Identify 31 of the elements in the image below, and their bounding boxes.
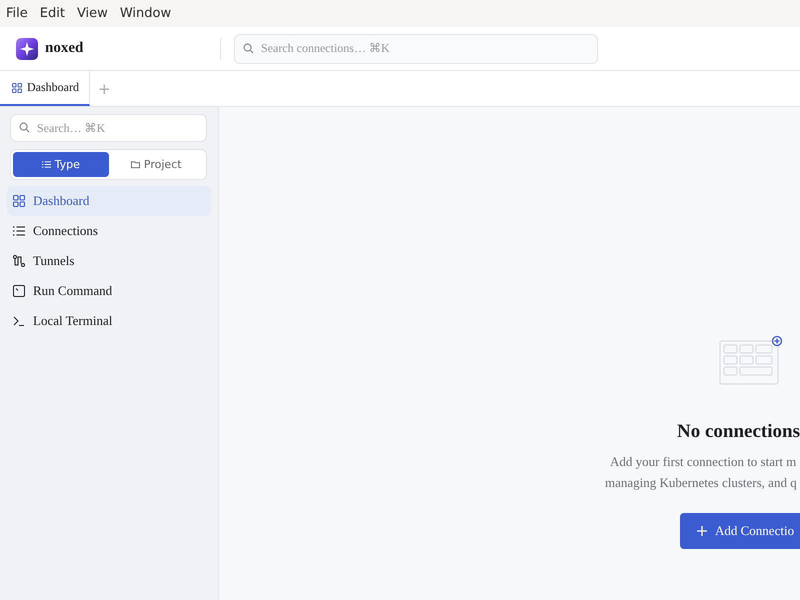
empty-state-text: managing Kubernetes clusters, and q [605, 474, 797, 492]
terminal-window-icon [13, 285, 25, 297]
folder-icon [130, 160, 140, 169]
sidebar-item[interactable]: Tunnels [7, 246, 211, 276]
sidebar-item[interactable]: Connections [7, 216, 211, 246]
grid-icon [12, 82, 22, 92]
terminal-prompt-icon [13, 315, 25, 327]
menu-item[interactable]: File [6, 6, 28, 21]
menu-item[interactable]: View [76, 6, 108, 21]
sidebar-item[interactable]: Local Terminal [7, 306, 211, 336]
list-icon [42, 160, 51, 169]
app-logo-icon [16, 38, 38, 60]
group-by-option[interactable]: Type [13, 152, 108, 177]
search-field[interactable]: Search… ⌘K [10, 114, 207, 142]
group-by-option[interactable]: Project [108, 152, 204, 177]
empty-state-title: No connections [677, 421, 800, 443]
grid-icon [13, 195, 25, 207]
route-icon [13, 255, 25, 267]
sidebar-item[interactable]: Dashboard [7, 186, 211, 216]
add-connection-button[interactable]: Add Connectio [680, 513, 800, 549]
search-field[interactable]: Search connections… ⌘K [234, 34, 598, 64]
menu-item[interactable]: Edit [40, 6, 65, 21]
menu-item[interactable]: Window [120, 6, 172, 21]
app-name: noxed [45, 40, 84, 57]
search-icon [19, 122, 30, 133]
plus-icon [697, 526, 707, 536]
sidebar-item[interactable]: Run Command [7, 276, 211, 306]
search-icon [243, 42, 254, 54]
table-grid-drawing [719, 335, 785, 385]
empty-state-text: Add your first connection to start m [610, 453, 796, 471]
list-icon [13, 225, 25, 237]
